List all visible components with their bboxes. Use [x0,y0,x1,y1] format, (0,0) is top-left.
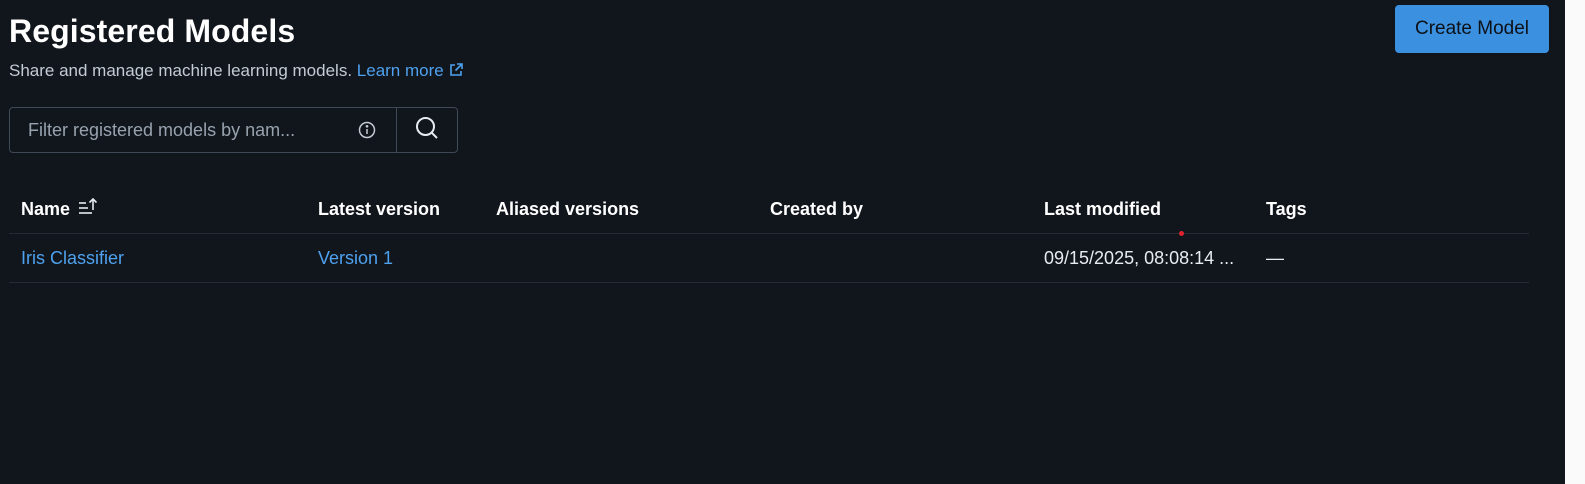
scrollbar[interactable] [1565,0,1585,484]
search-input-wrap [10,108,396,152]
last-modified-cell: 09/15/2025, 08:08:14 ... [1044,247,1235,268]
model-name-cell: Iris Classifier [21,234,124,282]
search-box [9,107,458,153]
page-subtitle: Share and manage machine learning models… [9,60,464,84]
learn-more-link[interactable]: Learn more [357,61,464,80]
create-model-button[interactable]: Create Model [1395,5,1549,53]
page-title: Registered Models [9,13,296,49]
column-header-aliased-versions[interactable]: Aliased versions [496,185,639,233]
latest-version-cell: Version 1 [318,234,393,282]
column-header-created-by[interactable]: Created by [770,185,863,233]
column-header-label: Name [21,198,71,219]
models-table: Name Latest version Aliased versions Cre… [9,185,1529,283]
table-header: Name Latest version Aliased versions Cre… [9,185,1529,236]
search-icon [414,115,440,146]
search-button[interactable] [396,108,457,152]
table-row: Iris Classifier Version 1 09/15/2025, 08… [9,234,1529,283]
sort-ascending-icon[interactable] [77,197,99,222]
external-link-icon [448,62,464,84]
learn-more-label: Learn more [356,61,444,80]
tags-cell: — [1266,247,1284,268]
column-header-tags[interactable]: Tags [1266,185,1307,233]
search-input[interactable] [10,108,348,152]
column-header-latest-version[interactable]: Latest version [318,185,440,233]
info-icon[interactable] [358,121,376,139]
column-header-name[interactable]: Name [21,185,99,233]
latest-version-link[interactable]: Version 1 [318,248,393,269]
subtitle-text: Share and manage machine learning models… [9,61,353,80]
registered-models-page: Registered Models Share and manage machi… [0,0,1565,484]
model-name-link[interactable]: Iris Classifier [21,248,124,269]
column-header-last-modified[interactable]: Last modified [1044,185,1161,233]
